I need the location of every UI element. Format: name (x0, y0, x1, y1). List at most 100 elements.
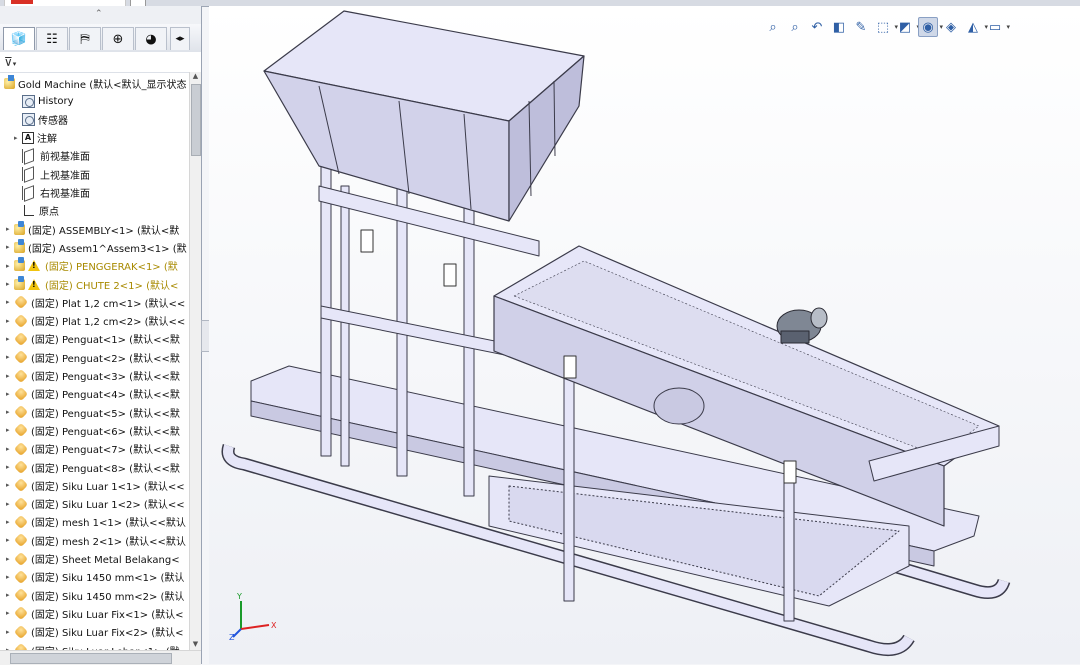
tree-item[interactable]: 前视基准面 (0, 147, 190, 165)
tree-item[interactable]: ▸ (固定) Siku 1450 mm<1> (默认 (0, 568, 190, 586)
tree-item-label: 传感器 (38, 115, 68, 127)
tree-item[interactable]: 右视基准面 (0, 184, 190, 202)
expand-icon[interactable]: ▸ (6, 243, 14, 251)
gold-machine-model[interactable] (209, 6, 1080, 664)
assembly-icon (14, 220, 25, 235)
tree-item[interactable]: ▸(固定) Siku Luar Lebar<1> (默 (0, 641, 190, 650)
tree-item[interactable]: ▸ (固定) Penguat<5> (默认<<默 (0, 403, 190, 421)
expand-icon[interactable]: ▸ (6, 426, 14, 434)
motor-icon (776, 307, 828, 344)
expand-icon[interactable]: ▸ (6, 591, 14, 599)
warning-icon (28, 278, 40, 290)
tree-item[interactable]: ▸ (固定) Penguat<1> (默认<<默 (0, 330, 190, 348)
expand-icon[interactable]: ▸ (6, 609, 14, 617)
part-icon (13, 478, 29, 493)
configuration-manager-icon[interactable]: ⛿ (69, 27, 101, 50)
expand-icon[interactable]: ▸ (6, 500, 14, 508)
tree-item-label: (固定) Plat 1,2 cm<2> (默认<< (31, 317, 186, 329)
tree-item[interactable]: ▸ (固定) Penguat<6> (默认<<默 (0, 421, 190, 439)
triad-z-label: Z (229, 633, 235, 641)
tree-item-label: (固定) PENGGERAK<1> (默 (45, 262, 178, 274)
part-icon (13, 642, 29, 650)
feature-tree: Gold Machine (默认<默认_显示状态 History 传感器 ▸ A 注解前… (0, 72, 190, 650)
tree-item[interactable]: ▸ (固定) ASSEMBLY<1> (默认<默 (0, 220, 190, 238)
tree-item-label: 注解 (37, 134, 57, 146)
tree-item[interactable]: 传感器 (0, 110, 190, 128)
tree-item[interactable]: ▸ (固定) Siku 1450 mm<2> (默认 (0, 586, 190, 604)
part-icon (13, 423, 29, 438)
tree-item[interactable]: ▸ (固定) Siku Luar Fix<1> (默认< (0, 604, 190, 622)
tree-item-label: (固定) Plat 1,2 cm<1> (默认<< (31, 298, 186, 310)
tree-item[interactable]: ▸ (固定) mesh 2<1> (默认<<默认 (0, 531, 190, 549)
tree-vertical-scrollbar[interactable]: ▲ ▼ (189, 72, 201, 650)
expand-icon[interactable]: ▸ (6, 536, 14, 544)
tree-item-label: (固定) Penguat<4> (默认<<默 (31, 390, 180, 402)
expand-icon[interactable]: ▸ (6, 298, 14, 306)
tree-item[interactable]: 上视基准面 (0, 165, 190, 183)
expand-icon[interactable]: ▸ (6, 628, 14, 636)
tree-item[interactable]: ▸ (固定) Sheet Metal Belakang< (0, 550, 190, 568)
expand-icon[interactable]: ▸ (6, 280, 14, 288)
part-icon (13, 514, 29, 529)
tree-horizontal-scrollbar[interactable] (0, 650, 201, 665)
expand-icon[interactable]: ▸ (6, 317, 14, 325)
tree-item[interactable]: ▸ (固定) Siku Luar 1<2> (默认<< (0, 495, 190, 513)
tree-item[interactable]: ▸ (固定) Siku Luar 1<1> (默认<< (0, 476, 190, 494)
part-icon (13, 606, 29, 621)
tree-item[interactable]: ▸ (固定) Penguat<2> (默认<<默 (0, 348, 190, 366)
tree-item[interactable]: ▸ (固定) CHUTE 2<1> (默认< (0, 275, 190, 293)
tree-item-label: (固定) Penguat<2> (默认<<默 (31, 353, 180, 365)
scroll-up-icon[interactable]: ▲ (191, 72, 200, 82)
expand-icon[interactable]: ▸ (6, 225, 14, 233)
expand-icon[interactable]: ▸ (6, 372, 14, 380)
tree-item[interactable]: ▸ (固定) PENGGERAK<1> (默 (0, 257, 190, 275)
tree-item-label: (固定) Siku Luar Lebar<1> (默 (31, 643, 180, 651)
part-icon (13, 386, 29, 401)
display-manager-icon[interactable]: ◕ (135, 27, 167, 50)
spring (360, 229, 374, 253)
tree-item[interactable]: History (0, 92, 190, 110)
expand-icon[interactable]: ▸ (6, 518, 14, 526)
part-icon (13, 496, 29, 511)
expand-icon[interactable]: ▸ (6, 555, 14, 563)
tree-item-label: 原点 (39, 207, 59, 219)
tree-item[interactable]: ▸ (固定) Plat 1,2 cm<2> (默认<< (0, 312, 190, 330)
tree-item[interactable]: ▸ (固定) Siku Luar Fix<2> (默认< (0, 623, 190, 641)
expand-icon[interactable]: ▸ (6, 481, 14, 489)
expand-icon[interactable]: ▸ (6, 463, 14, 471)
graphics-area[interactable]: ⌕⌕↶◧✎⬚▾◩▾◉▾◈◭▾▭▾ (209, 6, 1080, 664)
scroll-down-icon[interactable]: ▼ (191, 640, 200, 650)
expand-icon[interactable]: ▸ (6, 335, 14, 343)
feature-manager-icon[interactable]: 🧊 (3, 27, 35, 50)
vibration-housing (653, 387, 705, 425)
hscroll-thumb[interactable] (10, 653, 172, 664)
expand-icon[interactable]: ▸ (6, 573, 14, 581)
dimxpert-icon[interactable]: ⊕ (102, 27, 134, 50)
tree-item[interactable]: ▸ A 注解 (0, 129, 190, 147)
leg (463, 165, 475, 497)
leg (563, 350, 575, 602)
tree-item[interactable]: ▸ (固定) Plat 1,2 cm<1> (默认<< (0, 293, 190, 311)
tree-item-label: (固定) mesh 2<1> (默认<<默认 (31, 536, 186, 548)
part-icon (13, 588, 29, 603)
tree-item[interactable]: ▸ (固定) Penguat<7> (默认<<默 (0, 440, 190, 458)
tab-scroll-icon[interactable]: ◂▸ (170, 27, 190, 50)
property-manager-icon[interactable]: ☷ (36, 27, 68, 50)
tree-item[interactable]: ▸ (固定) mesh 1<1> (默认<<默认 (0, 513, 190, 531)
expand-icon[interactable]: ▸ (14, 134, 22, 142)
tree-item-label: (固定) Siku Luar Fix<1> (默认< (31, 609, 184, 621)
tree-root[interactable]: Gold Machine (默认<默认_显示状态 (0, 74, 190, 92)
expand-icon[interactable]: ▸ (6, 445, 14, 453)
tree-item[interactable]: 原点 (0, 202, 190, 220)
scroll-thumb[interactable] (191, 84, 201, 156)
tree-item[interactable]: ▸ (固定) Penguat<4> (默认<<默 (0, 385, 190, 403)
expand-icon[interactable]: ▸ (6, 262, 14, 270)
expand-icon[interactable]: ▸ (6, 408, 14, 416)
tree-item[interactable]: ▸ (固定) Assem1^Assem3<1> (默 (0, 238, 190, 256)
expand-icon[interactable]: ▸ (6, 353, 14, 361)
tree-item[interactable]: ▸ (固定) Penguat<3> (默认<<默 (0, 367, 190, 385)
tree-item[interactable]: ▸ (固定) Penguat<8> (默认<<默 (0, 458, 190, 476)
tree-item-label: (固定) Penguat<8> (默认<<默 (31, 463, 180, 475)
filter-icon[interactable]: ⊽▾ (4, 55, 16, 69)
expand-icon[interactable]: ▸ (6, 390, 14, 398)
